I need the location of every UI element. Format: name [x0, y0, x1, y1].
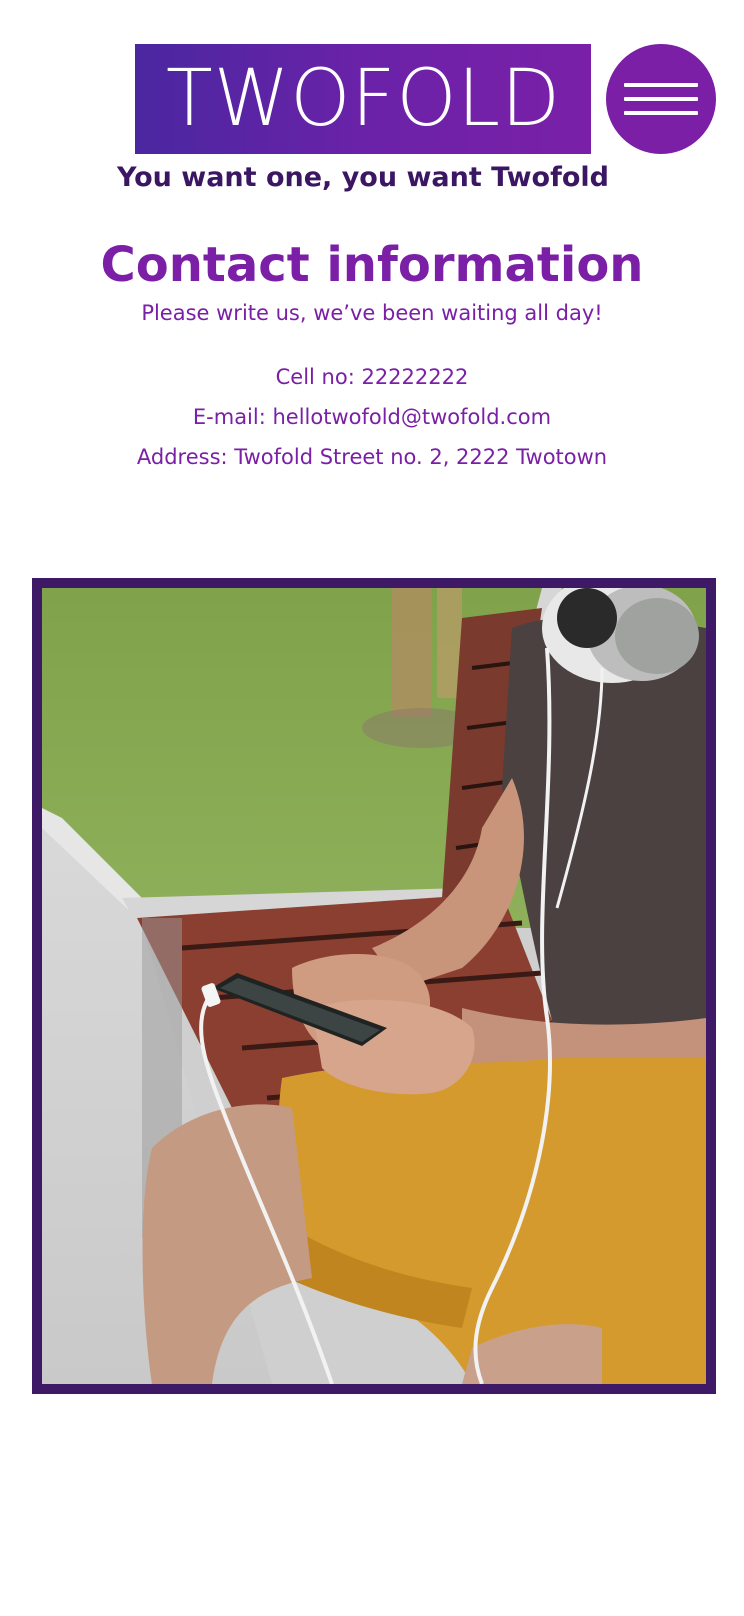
logo-text: TWOFOLD	[165, 54, 561, 144]
logo[interactable]: TWOFOLD	[135, 44, 591, 154]
contact-email: E-mail: hellotwofold@twofold.com	[192, 405, 552, 429]
page-title: Contact information	[100, 237, 644, 293]
tagline: You want one, you want Twofold	[117, 162, 609, 193]
page-subtitle: Please write us, we’ve been waiting all …	[141, 301, 603, 325]
photo-frame	[32, 578, 716, 1394]
contact-cell: Cell no: 22222222	[275, 365, 469, 389]
menu-button[interactable]	[606, 44, 716, 154]
contact-address: Address: Twofold Street no. 2, 2222 Twot…	[136, 445, 608, 469]
photo-man-with-phone-on-bench	[42, 588, 706, 1384]
